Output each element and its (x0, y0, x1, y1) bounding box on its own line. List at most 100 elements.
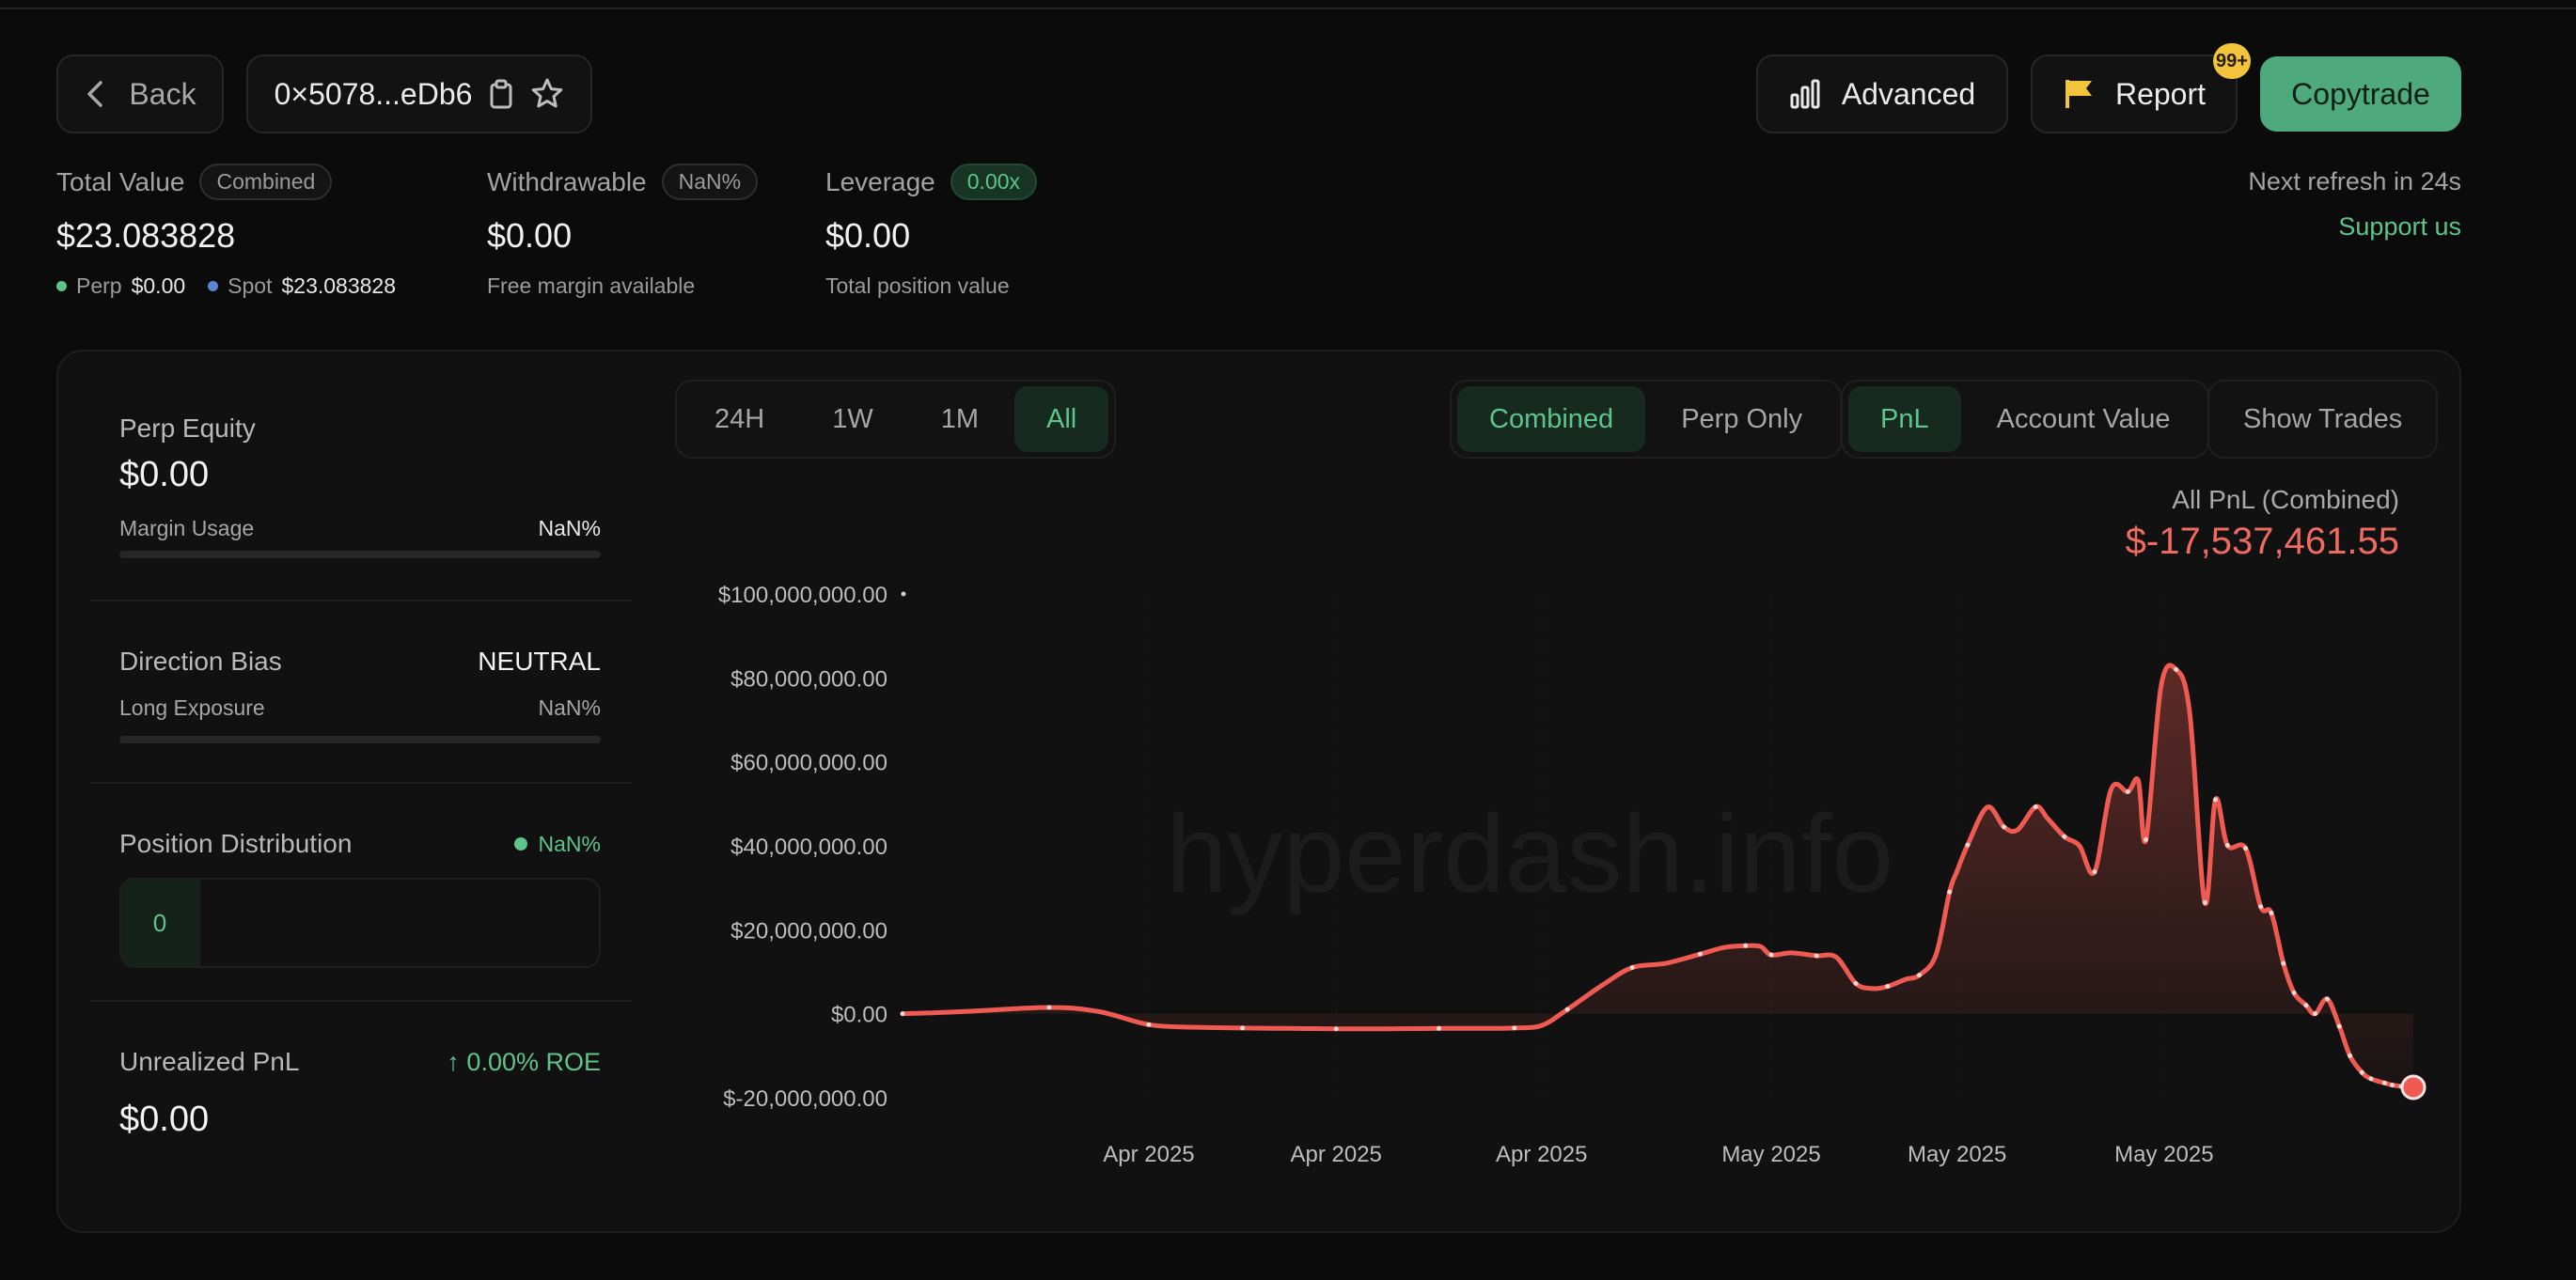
data-point (1146, 1022, 1152, 1027)
data-point (900, 1011, 905, 1017)
data-point (1629, 965, 1635, 971)
report-label: Report (2114, 76, 2207, 111)
refresh-timer: Next refresh in 24s (2248, 167, 2461, 195)
data-point (1333, 1026, 1339, 1032)
data-point (1853, 981, 1859, 987)
data-point (2092, 869, 2097, 875)
y-tick-label-0: $100,000,000.00 (718, 583, 887, 608)
data-point (1917, 973, 1923, 978)
data-point (2368, 1076, 2374, 1082)
data-point (1885, 984, 1891, 990)
bar-chart-icon (1789, 78, 1821, 110)
withdrawable-pill: NaN% (661, 164, 759, 200)
data-point (2033, 804, 2038, 809)
withdrawable-value: $0.00 (487, 216, 573, 255)
total-value-breakdown: Perp $0.00 Spot $23.083828 (56, 273, 409, 299)
data-point (2381, 1080, 2387, 1085)
data-point (2324, 996, 2330, 1002)
data-point (2291, 990, 2297, 995)
data-point (2202, 899, 2207, 905)
spot-label: Spot (228, 273, 273, 298)
withdrawable-sub: Free margin available (487, 273, 696, 298)
data-point (2243, 846, 2249, 851)
x-tick-label-5: May 2025 (2114, 1142, 2213, 1167)
pnl-chart[interactable]: hyperdash.info $100,000,000.00 $80,000,00… (58, 351, 2459, 1231)
y-tick-label-3: $40,000,000.00 (730, 835, 887, 860)
leverage-value: $0.00 (825, 216, 911, 255)
data-point (1564, 1007, 1570, 1012)
data-point (2281, 960, 2286, 966)
x-tick-label-2: Apr 2025 (1496, 1142, 1587, 1167)
data-point (1512, 1025, 1517, 1031)
advanced-button[interactable]: Advanced (1756, 55, 2008, 133)
withdrawable-label: Withdrawable (487, 166, 647, 196)
data-point (1240, 1025, 1246, 1031)
wallet-address: 0×5078...eDb6 (274, 76, 473, 111)
data-point (2062, 834, 2067, 839)
perp-value: $0.00 (131, 273, 186, 298)
x-tick-label-0: Apr 2025 (1103, 1142, 1194, 1167)
chart-watermark: hyperdash.info (1166, 792, 1893, 916)
y-tick-label-5: $0.00 (831, 1003, 887, 1028)
data-point (2224, 843, 2230, 849)
data-point (2303, 1003, 2309, 1008)
perp-label: Perp (76, 273, 122, 298)
leverage-label-row: Leverage 0.00x (825, 164, 1038, 200)
data-point (2313, 1011, 2318, 1017)
x-tick-label-1: Apr 2025 (1291, 1142, 1382, 1167)
data-point (1046, 1005, 1052, 1010)
total-value: $23.083828 (56, 216, 236, 255)
spot-dot (208, 281, 219, 291)
perp-dot (56, 281, 67, 291)
y-tick-label-2: $60,000,000.00 (730, 751, 887, 776)
y-axis: $100,000,000.00 $80,000,000.00 $60,000,000… (718, 583, 906, 1112)
data-point (2002, 824, 2007, 830)
wallet-address-chip: 0×5078...eDb6 (246, 55, 592, 133)
y-axis-top-dot (901, 591, 906, 597)
x-axis: Apr 2025 Apr 2025 Apr 2025 May 2025 May 2025… (1103, 1142, 2213, 1167)
copytrade-button[interactable]: Copytrade (2260, 56, 2461, 132)
y-tick-label-1: $80,000,000.00 (730, 666, 887, 692)
x-tick-label-3: May 2025 (1721, 1142, 1820, 1167)
back-label: Back (129, 76, 196, 111)
data-point (1947, 889, 1953, 895)
data-point (1743, 943, 1749, 948)
spot-value: $23.083828 (281, 273, 396, 298)
main-panel: Perp Equity $0.00 Margin Usage NaN% Dire… (56, 350, 2461, 1233)
data-point (2258, 904, 2264, 910)
current-point-marker (2400, 1074, 2427, 1100)
data-point (1697, 951, 1703, 957)
data-point (2212, 797, 2218, 803)
data-point (2269, 910, 2274, 915)
leverage-label: Leverage (825, 166, 935, 196)
total-value-label-row: Total Value Combined (56, 164, 333, 200)
data-point (2144, 836, 2149, 842)
leverage-pill: 0.00x (950, 164, 1038, 200)
y-tick-label-6: $-20,000,000.00 (723, 1086, 887, 1112)
window-top-border (0, 0, 2576, 9)
data-point (2348, 1053, 2353, 1058)
data-point (1965, 842, 1971, 848)
advanced-label: Advanced (1841, 76, 1976, 111)
back-button[interactable]: Back (56, 55, 224, 133)
data-point (2390, 1083, 2395, 1088)
data-point (2359, 1069, 2364, 1075)
data-point (2336, 1023, 2342, 1029)
data-point (2174, 666, 2179, 672)
x-tick-label-4: May 2025 (1908, 1142, 2006, 1167)
report-count-badge: 99+ (2213, 43, 2251, 79)
data-point (1436, 1025, 1441, 1031)
copytrade-label: Copytrade (2291, 76, 2430, 111)
data-point (2125, 788, 2130, 794)
y-tick-label-4: $20,000,000.00 (730, 918, 887, 944)
support-link[interactable]: Support us (2338, 212, 2461, 242)
star-icon[interactable] (530, 77, 564, 111)
flag-icon (2063, 78, 2095, 110)
copy-icon[interactable] (489, 79, 513, 109)
withdrawable-label-row: Withdrawable NaN% (487, 164, 759, 200)
total-value-label: Total Value (56, 166, 185, 196)
data-point (1814, 953, 1819, 959)
chevron-left-icon (84, 80, 108, 108)
leverage-sub: Total position value (825, 273, 1010, 298)
report-button[interactable]: Report (2031, 55, 2238, 133)
